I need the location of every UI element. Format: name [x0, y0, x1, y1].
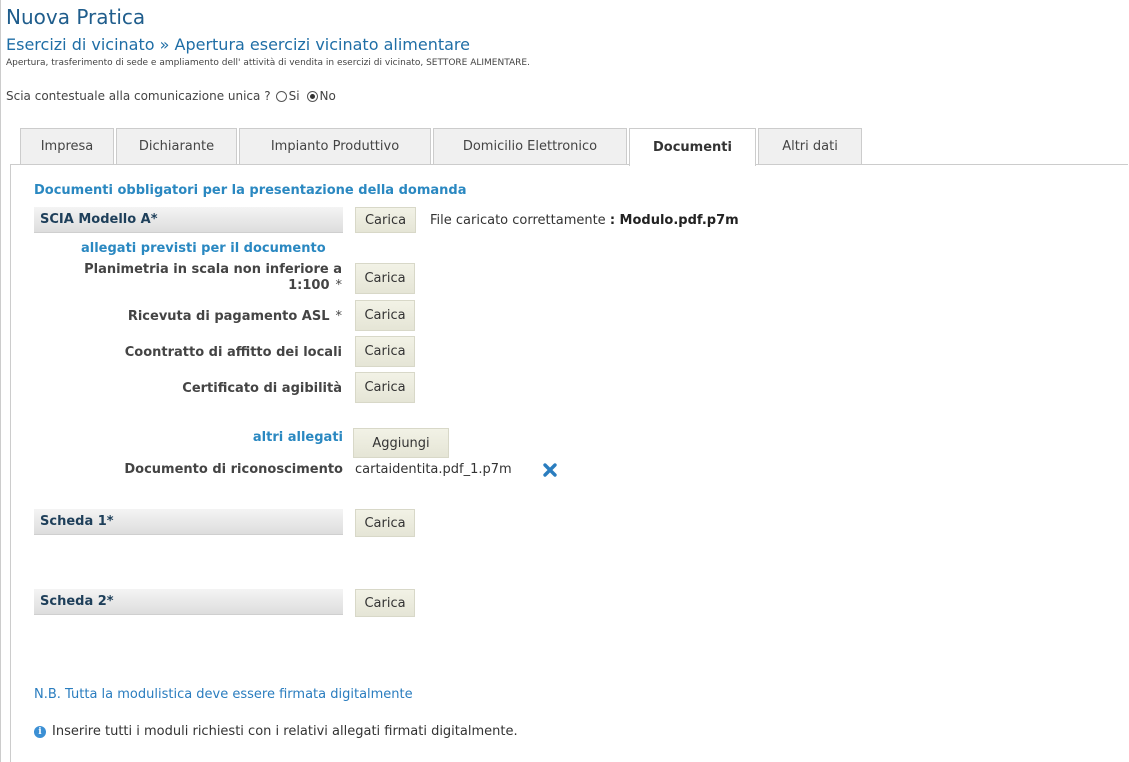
ricevuta-asl-label: Ricevuta di pagamento ASL * [128, 309, 342, 324]
tab-domicilio-elettronico[interactable]: Domicilio Elettronico [433, 128, 627, 164]
page-subtitle: Esercizi di vicinato » Apertura esercizi… [6, 35, 470, 54]
planimetria-label-line2: 1:100 [288, 278, 330, 293]
page-title: Nuova Pratica [6, 5, 146, 29]
info-message: i Inserire tutti i moduli richiesti con … [34, 724, 518, 739]
attachments-heading: allegati previsti per il documento [81, 241, 326, 256]
remove-file-icon[interactable] [542, 462, 558, 478]
scia-question-row: Scia contestuale alla comunicazione unic… [6, 89, 338, 103]
panel-left-border [10, 164, 11, 762]
contratto-affitto-label: Coontratto di affitto dei locali [124, 345, 342, 360]
planimetria-label-line1: Planimetria in scala non inferiore a [84, 262, 342, 277]
ricevuta-asl-required-mark: * [335, 309, 343, 324]
scia-modello-a-bar: SCIA Modello A* [34, 207, 343, 233]
upload-status: File caricato correttamente : Modulo.pdf… [430, 213, 739, 228]
altri-allegati-label: altri allegati [252, 430, 343, 445]
scia-question-label: Scia contestuale alla comunicazione unic… [6, 89, 271, 103]
tab-dichiarante[interactable]: Dichiarante [116, 128, 237, 164]
page-description: Apertura, trasferimento di sede e amplia… [6, 58, 530, 68]
radio-si[interactable] [275, 90, 287, 102]
digital-signature-note: N.B. Tutta la modulistica deve essere fi… [34, 687, 413, 702]
upload-status-text: File caricato correttamente [430, 213, 606, 228]
tab-impianto-produttivo[interactable]: Impianto Produttivo [239, 128, 431, 164]
carica-contratto-affitto-button[interactable]: Carica [355, 336, 415, 367]
mandatory-documents-heading: Documenti obbligatori per la presentazio… [34, 183, 467, 198]
page-frame [0, 0, 1128, 762]
info-icon: i [34, 725, 46, 738]
uploaded-file-name: : Modulo.pdf.p7m [609, 213, 739, 228]
tabs-bottom-border [10, 164, 1128, 165]
tab-altri-dati[interactable]: Altri dati [758, 128, 862, 164]
scheda-1-bar: Scheda 1* [34, 509, 343, 535]
ricevuta-asl-label-text: Ricevuta di pagamento ASL [127, 309, 330, 324]
planimetria-label: Planimetria in scala non inferiore a 1:1… [42, 262, 342, 294]
tab-impresa[interactable]: Impresa [20, 128, 114, 164]
carica-ricevuta-asl-button[interactable]: Carica [355, 300, 415, 331]
tab-documenti[interactable]: Documenti [629, 128, 756, 166]
documento-riconoscimento-file: cartaidentita.pdf_1.p7m [355, 462, 512, 477]
scheda-2-bar: Scheda 2* [34, 589, 343, 615]
documento-riconoscimento-label: Documento di riconoscimento [124, 462, 343, 477]
carica-scia-modello-a-button[interactable]: Carica [355, 207, 416, 233]
radio-no-label: No [319, 89, 336, 103]
radio-si-label: Si [288, 89, 300, 103]
carica-planimetria-button[interactable]: Carica [355, 263, 415, 294]
planimetria-required-mark: * [335, 278, 343, 293]
carica-scheda-1-button[interactable]: Carica [355, 509, 415, 537]
radio-no[interactable] [306, 90, 318, 102]
carica-certificato-agibilita-button[interactable]: Carica [355, 372, 415, 403]
aggiungi-button[interactable]: Aggiungi [353, 428, 449, 458]
certificato-agibilita-label: Certificato di agibilità [182, 381, 342, 396]
carica-scheda-2-button[interactable]: Carica [355, 589, 415, 617]
info-message-text: Inserire tutti i moduli richiesti con i … [52, 724, 518, 739]
